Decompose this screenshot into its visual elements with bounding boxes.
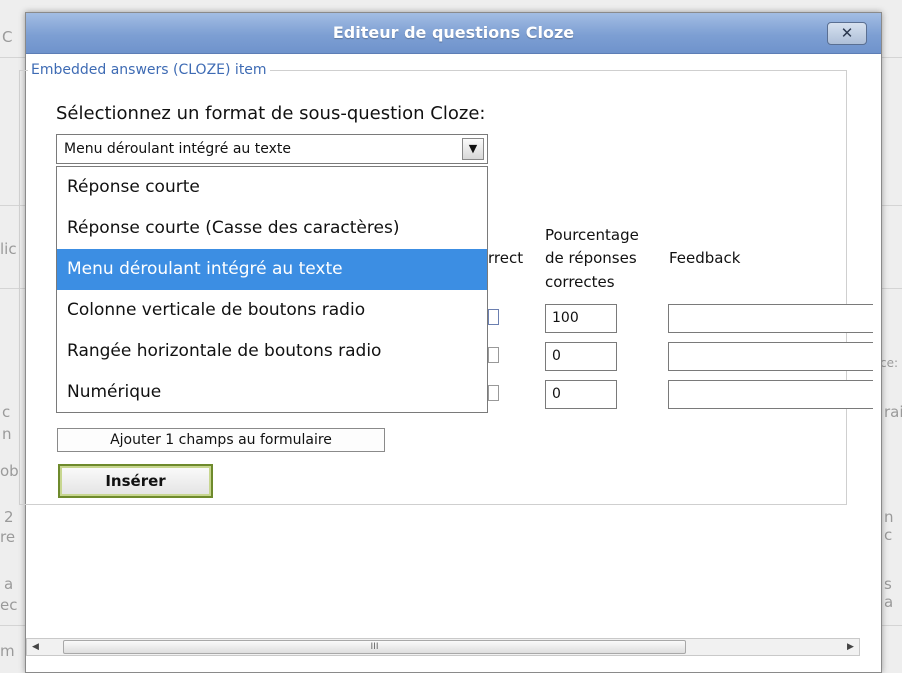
percent-input[interactable]: 0	[545, 380, 617, 409]
scroll-left-icon[interactable]: ◀	[27, 639, 44, 655]
close-icon: ✕	[840, 24, 854, 42]
add-fields-button[interactable]: Ajouter 1 champs au formulaire	[57, 428, 385, 452]
background-text: c	[2, 403, 11, 421]
background-text: n c	[884, 508, 894, 544]
column-header-correct: rrect	[488, 249, 524, 267]
format-option[interactable]: Rangée horizontale de boutons radio	[57, 331, 487, 372]
column-header-feedback: Feedback	[669, 249, 741, 267]
correct-checkbox[interactable]	[488, 385, 499, 401]
format-select-value: Menu déroulant intégré au texte	[64, 141, 291, 157]
background-text: ce:	[880, 356, 899, 370]
format-select[interactable]: Menu déroulant intégré au texte ▼	[56, 134, 488, 164]
background-text: 2	[4, 508, 14, 526]
format-option[interactable]: Numérique	[57, 372, 487, 413]
insert-button[interactable]: Insérer	[58, 464, 213, 498]
dialog-titlebar[interactable]: Editeur de questions Cloze ✕	[26, 13, 881, 54]
fieldset-legend: Embedded answers (CLOZE) item	[31, 62, 267, 78]
percent-input[interactable]: 100	[545, 304, 617, 333]
column-header-percent: Pourcentage	[545, 226, 639, 244]
column-header-percent-line2: de réponses	[545, 249, 637, 267]
background-text: rai	[884, 403, 902, 421]
background-text: n	[2, 425, 12, 443]
background-text: C	[2, 28, 13, 46]
format-option[interactable]: Colonne verticale de boutons radio	[57, 290, 487, 331]
feedback-input[interactable]	[668, 342, 873, 371]
scroll-right-icon[interactable]: ▶	[842, 639, 859, 655]
background-text: re	[0, 528, 16, 546]
dialog-title: Editeur de questions Cloze	[332, 23, 575, 42]
background-text: s a	[884, 575, 894, 611]
scroll-thumb[interactable]: III	[63, 640, 686, 654]
percent-input[interactable]: 0	[545, 342, 617, 371]
column-header-percent-line3: correctes	[545, 273, 615, 291]
format-option[interactable]: Réponse courte	[57, 167, 487, 208]
close-button[interactable]: ✕	[827, 22, 867, 45]
background-text: ob	[0, 462, 19, 480]
feedback-input[interactable]	[668, 304, 873, 333]
format-dropdown-list: Réponse courte Réponse courte (Casse des…	[56, 166, 488, 413]
format-option[interactable]: Réponse courte (Casse des caractères)	[57, 208, 487, 249]
horizontal-scrollbar[interactable]: ◀ III ▶	[26, 638, 860, 656]
background-text: ec	[0, 596, 18, 614]
correct-checkbox[interactable]	[488, 309, 499, 325]
format-option-selected[interactable]: Menu déroulant intégré au texte	[57, 249, 487, 290]
dropdown-arrow-icon[interactable]: ▼	[462, 138, 484, 160]
feedback-input[interactable]	[668, 380, 873, 409]
background-text: a	[4, 575, 14, 593]
background-text: lic	[0, 240, 17, 258]
background-text: m	[0, 642, 15, 660]
format-prompt: Sélectionnez un format de sous-question …	[56, 103, 486, 124]
correct-checkbox[interactable]	[488, 347, 499, 363]
